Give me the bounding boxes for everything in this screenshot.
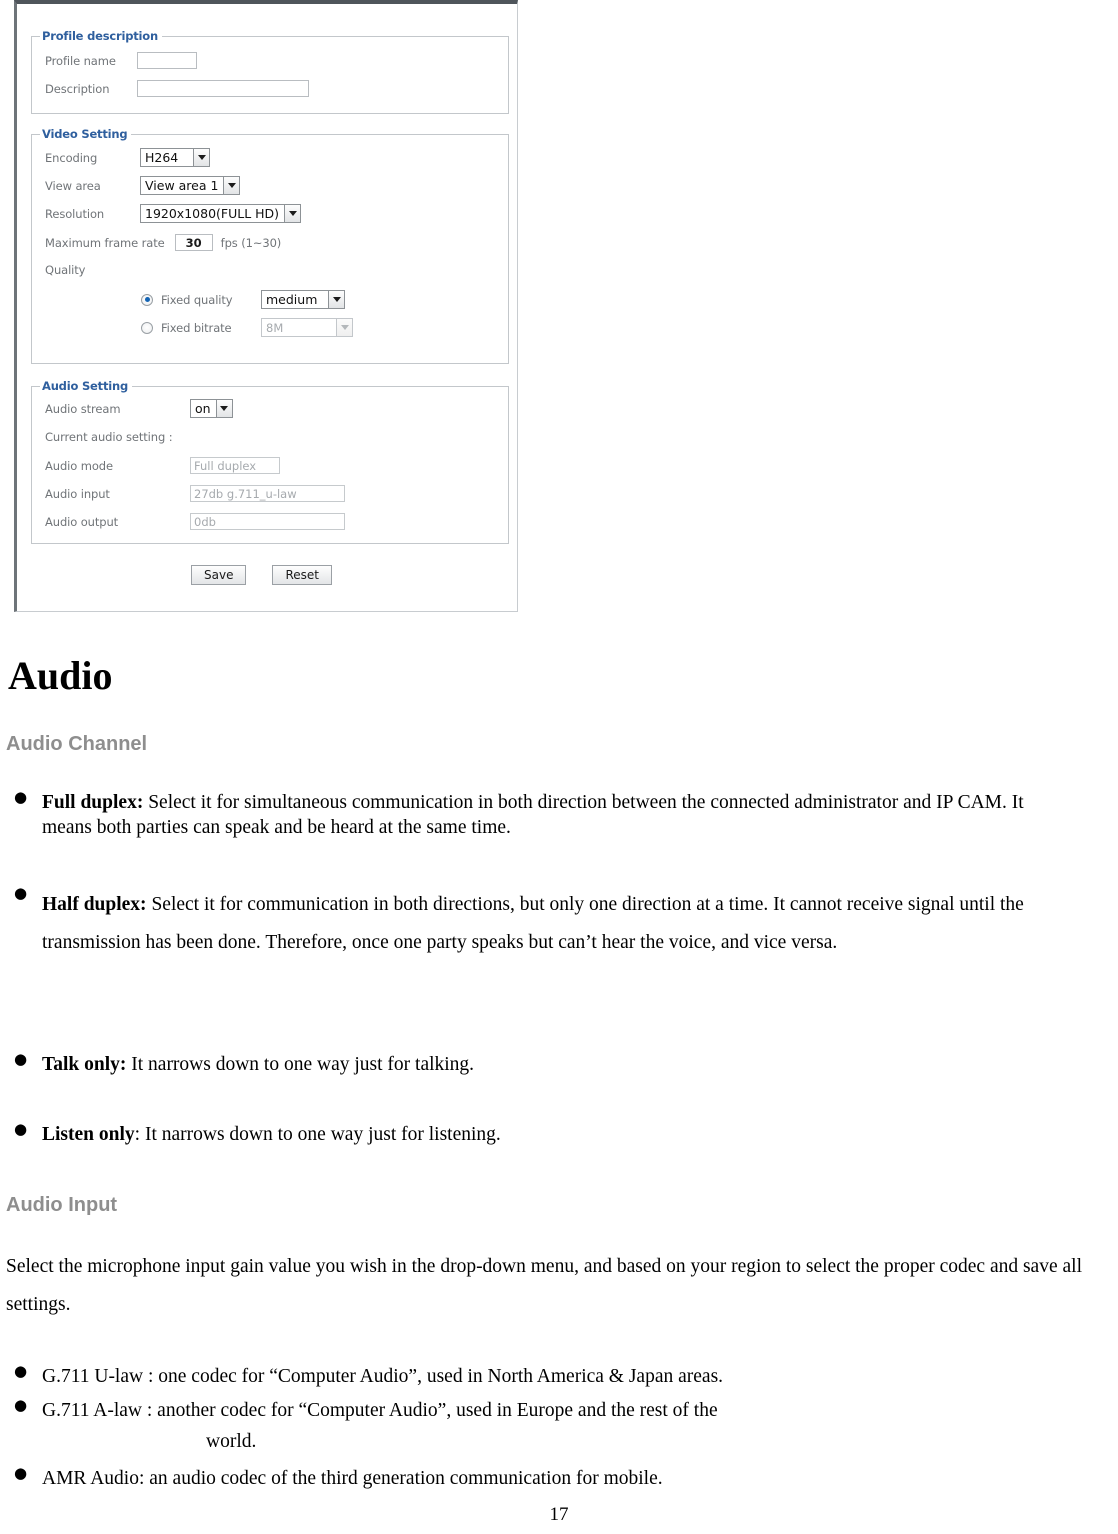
max-frame-rate-row: Maximum frame rate 30 fps (1~30) xyxy=(45,234,281,251)
list-item: Listen only: It narrows down to one way … xyxy=(14,1122,1074,1147)
bullet-icon xyxy=(14,790,42,805)
view-area-select-value: View area 1 xyxy=(145,178,219,193)
audio-stream-label: Audio stream xyxy=(45,401,121,416)
resolution-row: Resolution 1920x1080(FULL HD) xyxy=(45,204,302,223)
fixed-quality-select[interactable]: medium xyxy=(261,290,345,309)
list-item-body: : It narrows down to one way just for li… xyxy=(134,1124,501,1145)
list-item-term: Talk only: xyxy=(42,1054,127,1075)
audio-stream-select[interactable]: on xyxy=(190,399,233,418)
view-area-label: View area xyxy=(45,178,101,193)
list-item-term: Half duplex: xyxy=(42,894,147,915)
fixed-quality-radio[interactable] xyxy=(141,293,153,306)
list-item-text: Full duplex: Select it for simultaneous … xyxy=(42,790,1074,841)
bullet-icon xyxy=(14,1398,42,1413)
current-audio-setting-row: Current audio setting : xyxy=(45,430,173,444)
audio-input-bullet-continuation: world. xyxy=(206,1431,257,1452)
list-item-body: Select it for communication in both dire… xyxy=(42,894,1024,954)
resolution-select-value: 1920x1080(FULL HD) xyxy=(145,206,280,221)
list-item: Talk only: It narrows down to one way ju… xyxy=(14,1052,1074,1077)
encoding-select[interactable]: H264 xyxy=(140,148,210,167)
fixed-quality-label: Fixed quality xyxy=(161,292,233,307)
audio-input-heading: Audio Input xyxy=(6,1194,118,1216)
audio-mode-value: Full duplex xyxy=(190,457,280,474)
profile-name-label: Profile name xyxy=(45,53,116,68)
audio-mode-row: Audio mode Full duplex xyxy=(45,457,280,474)
page-number: 17 xyxy=(549,1504,569,1525)
audio-input-paragraph: Select the microphone input gain value y… xyxy=(6,1256,1082,1316)
chevron-down-icon xyxy=(223,177,240,194)
list-item: AMR Audio: an audio codec of the third g… xyxy=(14,1466,1074,1491)
list-item: Half duplex: Select it for communication… xyxy=(14,886,1084,962)
list-item: G.711 A-law : another codec for “Compute… xyxy=(14,1398,1074,1423)
chevron-down-icon xyxy=(328,291,344,308)
bullet-icon xyxy=(14,1052,42,1067)
audio-output-value: 0db xyxy=(190,513,345,530)
list-item: G.711 U-law : one codec for “Computer Au… xyxy=(14,1364,1074,1389)
list-item-term: Full duplex: xyxy=(42,792,144,813)
fixed-quality-row: Fixed quality medium xyxy=(141,290,345,309)
audio-output-label: Audio output xyxy=(45,514,119,529)
audio-stream-row: Audio stream on xyxy=(45,399,233,418)
list-item-term: Listen only xyxy=(42,1124,135,1145)
audio-stream-select-value: on xyxy=(195,401,211,416)
description-label: Description xyxy=(45,81,110,96)
audio-input-label: Audio input xyxy=(45,486,110,501)
description-input[interactable] xyxy=(137,80,309,97)
audio-input-value: 27db g.711_u-law xyxy=(190,485,345,502)
encoding-select-value: H264 xyxy=(145,150,179,165)
list-item: Full duplex: Select it for simultaneous … xyxy=(14,790,1074,841)
encoding-label: Encoding xyxy=(45,150,98,165)
chevron-down-icon xyxy=(284,205,301,222)
audio-mode-label: Audio mode xyxy=(45,458,113,473)
profile-description-legend: Profile description xyxy=(42,29,158,43)
fixed-bitrate-select: 8M xyxy=(261,318,353,337)
description-row: Description xyxy=(45,80,309,97)
chevron-down-icon xyxy=(215,400,232,417)
fixed-bitrate-select-value: 8M xyxy=(266,320,284,335)
list-item-body: Select it for simultaneous communication… xyxy=(42,792,1024,839)
encoding-row: Encoding H264 xyxy=(45,148,210,167)
reset-button[interactable]: Reset xyxy=(272,565,332,585)
list-item-text: G.711 U-law : one codec for “Computer Au… xyxy=(42,1366,724,1387)
fixed-bitrate-radio[interactable] xyxy=(141,321,153,334)
bullet-icon xyxy=(14,1364,42,1379)
chevron-down-icon xyxy=(193,149,209,166)
current-audio-setting-label: Current audio setting : xyxy=(45,430,173,444)
fixed-quality-select-value: medium xyxy=(266,292,318,307)
video-setting-legend: Video Setting xyxy=(42,127,128,141)
resolution-select[interactable]: 1920x1080(FULL HD) xyxy=(140,204,302,223)
form-actions: Save Reset xyxy=(191,565,332,585)
audio-input-row: Audio input 27db g.711_u-law xyxy=(45,485,345,502)
list-item-text: Talk only: It narrows down to one way ju… xyxy=(42,1052,474,1077)
bullet-icon xyxy=(14,1466,42,1481)
list-item-text: Half duplex: Select it for communication… xyxy=(42,886,1084,962)
view-area-select[interactable]: View area 1 xyxy=(140,176,241,195)
list-item-text: Listen only: It narrows down to one way … xyxy=(42,1122,501,1147)
list-item-text: G.711 A-law : another codec for “Compute… xyxy=(42,1400,718,1421)
max-frame-rate-unit: fps (1~30) xyxy=(220,235,282,250)
list-item-text: AMR Audio: an audio codec of the third g… xyxy=(42,1468,663,1489)
resolution-label: Resolution xyxy=(45,206,105,221)
fixed-bitrate-label: Fixed bitrate xyxy=(161,320,232,335)
max-frame-rate-input[interactable]: 30 xyxy=(174,234,213,251)
camera-settings-screenshot: Profile description Profile name Descrip… xyxy=(14,0,518,612)
chevron-down-icon xyxy=(336,319,352,336)
bullet-icon xyxy=(14,1122,42,1137)
max-frame-rate-label: Maximum frame rate xyxy=(45,235,165,250)
quality-row: Quality xyxy=(45,263,86,277)
audio-output-row: Audio output 0db xyxy=(45,513,345,530)
page-title: Audio xyxy=(8,653,113,698)
quality-label: Quality xyxy=(45,263,86,277)
list-item-body: It narrows down to one way just for talk… xyxy=(126,1054,475,1075)
audio-setting-legend: Audio Setting xyxy=(42,379,129,393)
bullet-icon xyxy=(14,886,42,901)
fixed-bitrate-row: Fixed bitrate 8M xyxy=(141,318,353,337)
profile-description-fieldset: Profile description xyxy=(31,29,509,114)
audio-channel-heading: Audio Channel xyxy=(6,733,148,755)
profile-name-input[interactable] xyxy=(137,52,197,69)
save-button[interactable]: Save xyxy=(191,565,247,585)
view-area-row: View area View area 1 xyxy=(45,176,241,195)
profile-name-row: Profile name xyxy=(45,52,197,69)
